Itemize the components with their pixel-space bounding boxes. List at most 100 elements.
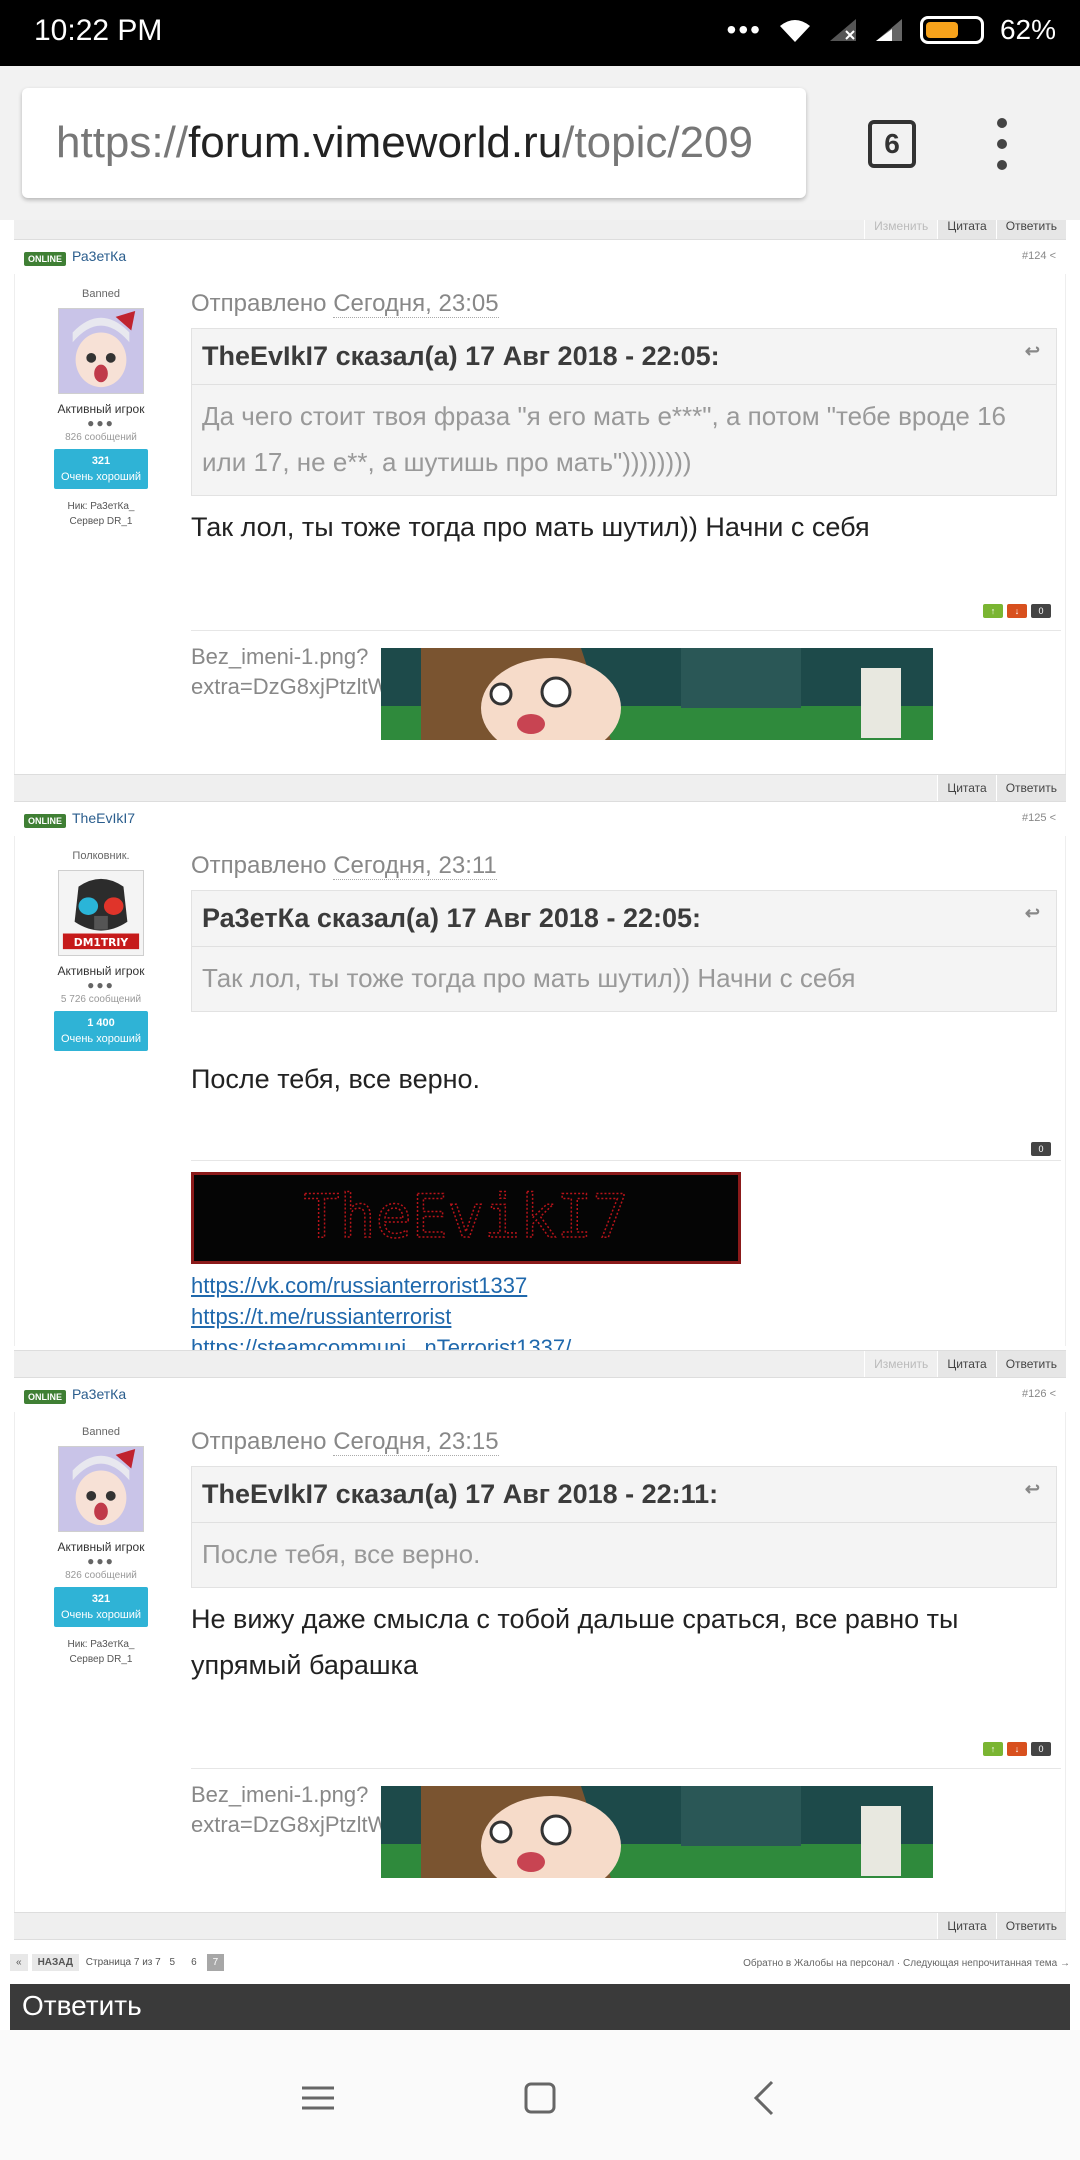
wifi-icon <box>779 20 810 42</box>
edit-button[interactable]: Изменить <box>864 220 937 239</box>
user-rank: Активный игрок <box>57 964 145 978</box>
vote-down-button[interactable]: ↓ <box>1007 604 1027 618</box>
home-icon[interactable] <box>510 2068 570 2128</box>
vote-up-button[interactable]: ↑ <box>983 1742 1003 1756</box>
topic-navigation-link[interactable]: Обратно в Жалобы на персонал · Следующая… <box>743 1958 1070 1969</box>
post-text: Не вижу даже смысла с тобой дальше срать… <box>191 1604 959 1680</box>
reply-button[interactable]: Ответить <box>995 220 1066 239</box>
online-badge: ONLINE <box>24 1390 67 1404</box>
status-bar: 10:22 PM ••• 62% <box>0 0 1080 66</box>
battery-fill <box>925 22 959 38</box>
reply-bar-button[interactable]: Ответить <box>10 1984 1070 2030</box>
post-number: #124 <box>1022 250 1047 262</box>
avatar-label: DM1TRIY <box>74 936 129 949</box>
menu-icon[interactable] <box>288 2068 348 2128</box>
share-icon: < <box>1049 1388 1056 1400</box>
quote-button[interactable]: Цитата <box>937 775 996 801</box>
reply-button[interactable]: Ответить <box>995 775 1066 801</box>
quote-button[interactable]: Цитата <box>937 1351 996 1377</box>
user-rank: Активный игрок <box>57 402 145 416</box>
sent-date: Сегодня, 23:15 <box>333 1428 499 1456</box>
signature-divider <box>191 630 1061 631</box>
avatar[interactable]: DM1TRIY <box>58 870 144 956</box>
author-sidebar: Полковник. DM1TRIY Активный игрок ●●● 5 … <box>15 836 187 1051</box>
avatar[interactable] <box>58 308 144 394</box>
reply-button[interactable]: Ответить <box>995 1913 1066 1939</box>
rating-score: 0 <box>1031 1142 1051 1156</box>
page-label: Страница 7 из 7 <box>85 1957 161 1968</box>
battery-percent: 62% <box>999 14 1056 45</box>
rating-controls: 0 <box>1031 1142 1051 1156</box>
edit-button[interactable]: Изменить <box>864 1351 937 1377</box>
telegram-link[interactable]: https://t.me/russianterrorist <box>191 1301 571 1332</box>
author-link[interactable]: Ра3етКа <box>72 1386 126 1402</box>
reputation-badge: 321 Очень хороший <box>54 449 148 489</box>
user-title: Banned <box>82 288 120 300</box>
vote-down-button[interactable]: ↓ <box>1007 1742 1027 1756</box>
post-number-link[interactable]: #125 < <box>1022 812 1056 824</box>
post-number: #126 <box>1022 1388 1047 1400</box>
post-number-link[interactable]: #126 < <box>1022 1388 1056 1400</box>
post-date: Отправлено Сегодня, 23:11 <box>191 852 1061 880</box>
online-badge: ONLINE <box>24 252 67 266</box>
current-page: 7 <box>206 1954 225 1971</box>
notification-dots-icon: ••• <box>726 14 762 45</box>
back-icon[interactable] <box>736 2068 796 2128</box>
jump-to-post-icon[interactable]: ↩ <box>1025 903 1040 924</box>
reply-button[interactable]: Ответить <box>995 1351 1066 1377</box>
vk-link[interactable]: https://vk.com/russianterrorist1337 <box>191 1270 571 1301</box>
page-link[interactable]: 6 <box>185 1954 203 1971</box>
post-action-bar: Цитата Ответить <box>14 1912 1066 1940</box>
rank-pips: ●●● <box>87 1554 115 1568</box>
sent-date: Сегодня, 23:11 <box>333 852 497 880</box>
post-count[interactable]: 826 сообщений <box>15 432 187 443</box>
user-info: Ник: Ра3етКа_ Сервер DR_1 <box>15 1637 187 1667</box>
post-text: После тебя, все верно. <box>191 1064 481 1094</box>
rating-controls: ↑ ↓ 0 <box>983 1742 1051 1756</box>
post-124: Banned Активный игрок ●●● 826 сообщений … <box>14 274 1066 774</box>
post-body: Отправлено Сегодня, 23:11 Ра3етКа сказал… <box>191 836 1061 1360</box>
rep-value: 321 <box>91 1593 111 1605</box>
author-link[interactable]: TheEvIkI7 <box>72 810 135 826</box>
avatar[interactable] <box>58 1446 144 1532</box>
signature-divider <box>191 1768 1061 1769</box>
post-number: #125 <box>1022 812 1047 824</box>
user-server: Сервер DR_1 <box>69 516 133 527</box>
rep-value: 1 400 <box>87 1017 115 1029</box>
blockquote: Ра3етКа сказал(а) 17 Авг 2018 - 22:05: ↩ … <box>191 890 1057 1012</box>
blockquote: TheEvIkI7 сказал(а) 17 Авг 2018 - 22:11:… <box>191 1466 1057 1588</box>
vote-up-button[interactable]: ↑ <box>983 604 1003 618</box>
system-nav-bar <box>0 2030 1080 2160</box>
sent-prefix: Отправлено <box>191 1428 327 1455</box>
rep-label: Очень хороший <box>60 1609 142 1621</box>
rep-value: 321 <box>91 455 111 467</box>
broken-image-alt: Bez_imeni-1.png?extra=DzG8xjPtzltW <box>191 644 387 699</box>
rating-controls: ↑ ↓ 0 <box>983 604 1051 618</box>
post-125: Полковник. DM1TRIY Активный игрок ●●● 5 … <box>14 836 1066 1360</box>
address-bar[interactable]: https://forum.vimeworld.ru/topic/209 <box>22 88 806 198</box>
online-badge: ONLINE <box>24 814 67 828</box>
post-count[interactable]: 5 726 сообщений <box>15 994 187 1005</box>
browser-toolbar: https://forum.vimeworld.ru/topic/209 6 <box>0 66 1080 220</box>
prev-page-icon[interactable]: « <box>10 1954 28 1971</box>
tab-switcher-button[interactable]: 6 <box>868 120 916 168</box>
url-text[interactable]: https://forum.vimeworld.ru/topic/209 <box>56 118 753 168</box>
post-126: Banned Активный игрок ●●● 826 сообщений … <box>14 1412 1066 1912</box>
page-link[interactable]: 5 <box>164 1954 182 1971</box>
back-button[interactable]: НАЗАД <box>31 1954 79 1971</box>
signature-banner-image <box>381 648 933 740</box>
rank-pips: ●●● <box>87 978 115 992</box>
reputation-badge: 1 400 Очень хороший <box>54 1011 148 1051</box>
post-number-link[interactable]: #124 < <box>1022 250 1056 262</box>
quote-button[interactable]: Цитата <box>937 220 996 239</box>
quote-button[interactable]: Цитата <box>937 1913 996 1939</box>
post-text: Так лол, ты тоже тогда про мать шутил)) … <box>191 512 870 542</box>
post-count[interactable]: 826 сообщений <box>15 1570 187 1581</box>
url-prefix: https:// <box>56 118 189 167</box>
jump-to-post-icon[interactable]: ↩ <box>1025 341 1040 362</box>
user-title: Banned <box>82 1426 120 1438</box>
jump-to-post-icon[interactable]: ↩ <box>1025 1479 1040 1500</box>
author-link[interactable]: Ра3етКа <box>72 248 126 264</box>
overflow-menu-icon[interactable] <box>990 118 1014 170</box>
author-sidebar: Banned Активный игрок ●●● 826 сообщений … <box>15 1412 187 1667</box>
